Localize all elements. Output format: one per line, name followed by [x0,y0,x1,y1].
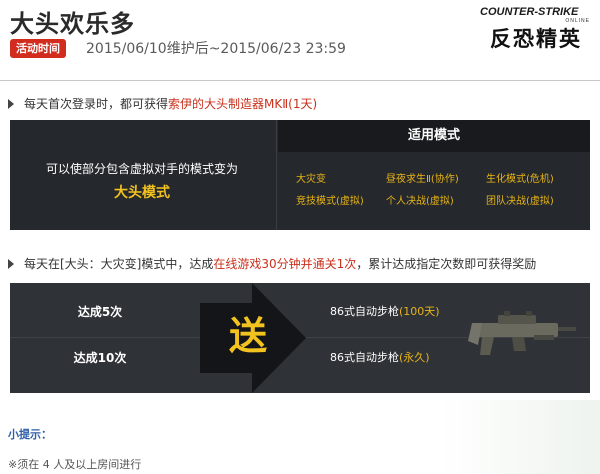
applicable-modes-header: 适用模式 [278,120,590,152]
mode-item: 团队决战(虚拟) [486,196,554,207]
mode-item: 个人决战(虚拟) [386,196,454,207]
rifle-icon [468,311,576,355]
login-reward-item: 索伊的大头制造器MKⅡ(1天) [168,97,318,111]
send-label: 送 [228,314,267,358]
reward-item-row-1: 86式自动步枪(100天) [330,303,440,319]
bullet-arrow-icon [8,259,14,269]
send-arrow: 送 [200,283,310,393]
tips-title: 小提示： [8,428,52,441]
reward-count-10: 达成10次 [73,351,127,365]
mission-text-suffix: ，累计达成指定次数即可获得奖励 [356,257,537,271]
header: 大头欢乐多 活动时间 2015/06/10维护后~2015/06/23 23:5… [0,0,600,72]
mode-item: 生化模式(危机) [486,174,554,185]
reward-item-row-2: 86式自动步枪(永久) [330,349,430,365]
mode-description-block: 可以使部分包含虚拟对手的模式变为 大头模式 [10,120,274,230]
reward-item-name: 86式自动步枪 [330,351,399,364]
reward-count-5: 达成5次 [77,305,123,319]
cso-logo: COUNTER-STRIKE ONLINE 反恐精英 [480,6,592,51]
reward-item-duration: (永久) [399,351,430,364]
mission-reward-line: 每天在[大头：大灾变]模式中，达成在线游戏30分钟并通关1次，累计达成指定次数即… [8,255,536,272]
mode-panel-separator [276,120,277,230]
corner-fade-decoration [440,400,600,474]
reward-panel: 达成5次 达成10次 送 86式自动步枪(100天) 86式自动步枪(永久) [10,283,590,393]
bullet-arrow-icon [8,99,14,109]
mode-item: 昼夜求生Ⅱ(协作) [386,174,459,185]
mode-description: 可以使部分包含虚拟对手的模式变为 [45,162,238,176]
mission-condition: 在线游戏30分钟并通关1次 [213,257,357,271]
big-head-mode-label: 大头模式 [114,185,170,201]
mission-text-prefix: 每天在[大头：大灾变]模式中，达成 [24,257,214,271]
applicable-modes: 适用模式 大灾变 昼夜求生Ⅱ(协作) 生化模式(危机) 竞技模式(虚拟) 个人决… [278,120,590,230]
event-date-range: 2015/06/10维护后~2015/06/23 23:59 [86,41,346,57]
mode-item: 竞技模式(虚拟) [296,196,364,207]
login-reward-line: 每天首次登录时，都可获得索伊的大头制造器MKⅡ(1天) [8,95,317,112]
logo-english-text: COUNTER-STRIKE [480,6,579,18]
page-title: 大头欢乐多 [10,10,135,38]
event-time-badge: 活动时间 [10,39,66,58]
mode-item: 大灾变 [296,174,326,185]
login-reward-text: 每天首次登录时，都可获得 [24,97,169,111]
reward-item-name: 86式自动步枪 [330,305,399,318]
tips-text: ※须在 4 人及以上房间进行 [8,458,142,471]
reward-item-duration: (100天) [399,305,440,318]
logo-chinese-text: 反恐精英 [490,27,582,51]
header-divider [0,80,600,81]
mode-panel: 可以使部分包含虚拟对手的模式变为 大头模式 适用模式 大灾变 昼夜求生Ⅱ(协作)… [10,120,590,230]
